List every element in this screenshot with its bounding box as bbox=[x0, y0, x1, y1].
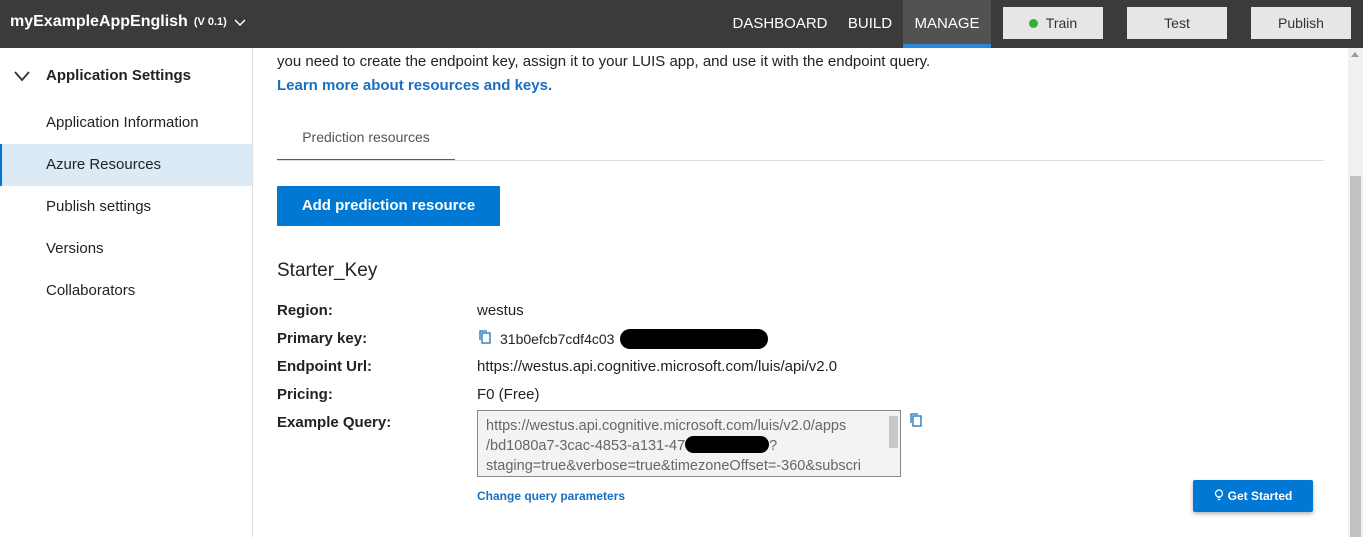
publish-button[interactable]: Publish bbox=[1251, 7, 1351, 39]
sidebar-item-publish-settings[interactable]: Publish settings bbox=[0, 186, 252, 228]
example-query-label: Example Query: bbox=[277, 414, 392, 431]
query-line-2-text: /bd1080a7-3cac-4853-a131-47 bbox=[486, 438, 686, 454]
app-version: (V 0.1) bbox=[193, 16, 227, 28]
primary-key-label: Primary key: bbox=[277, 330, 368, 347]
app-name: myExampleAppEnglish bbox=[10, 13, 188, 30]
query-line-2: /bd1080a7-3cac-4853-a131-47? bbox=[486, 436, 882, 456]
nav-manage[interactable]: MANAGE bbox=[903, 0, 991, 48]
pricing-label: Pricing: bbox=[277, 386, 333, 403]
top-bar: myExampleAppEnglish (V 0.1) DASHBOARD BU… bbox=[0, 0, 1363, 48]
scrollbar-thumb[interactable] bbox=[1350, 176, 1361, 537]
page-scrollbar[interactable] bbox=[1348, 48, 1363, 537]
chevron-down-icon bbox=[234, 19, 246, 27]
redaction-mark bbox=[685, 436, 770, 453]
add-prediction-resource-button[interactable]: Add prediction resource bbox=[277, 186, 500, 226]
lightbulb-icon bbox=[1214, 489, 1223, 501]
sidebar-item-application-information[interactable]: Application Information bbox=[0, 102, 252, 144]
app-switcher[interactable]: myExampleAppEnglish (V 0.1) bbox=[10, 13, 247, 31]
get-started-label: Get Started bbox=[1227, 489, 1293, 503]
get-started-button[interactable]: Get Started bbox=[1193, 480, 1313, 512]
key-title: Starter_Key bbox=[277, 260, 378, 281]
tab-prediction-resources[interactable]: Prediction resources bbox=[277, 114, 455, 161]
sidebar-section-title: Application Settings bbox=[46, 67, 192, 84]
sidebar-item-versions[interactable]: Versions bbox=[0, 228, 252, 270]
query-scrollbar[interactable] bbox=[889, 416, 898, 448]
copy-icon[interactable] bbox=[478, 329, 492, 345]
nav-dashboard[interactable]: DASHBOARD bbox=[725, 0, 835, 48]
nav-build[interactable]: BUILD bbox=[840, 0, 900, 48]
query-line-2-suffix: ? bbox=[769, 438, 778, 454]
sidebar-item-collaborators[interactable]: Collaborators bbox=[0, 270, 252, 312]
change-query-parameters-link[interactable]: Change query parameters bbox=[477, 489, 625, 503]
query-line-1: https://westus.api.cognitive.microsoft.c… bbox=[486, 418, 847, 434]
main-content: you need to create the endpoint key, ass… bbox=[253, 48, 1348, 537]
query-line-3: staging=true&verbose=true&timezoneOffset… bbox=[486, 458, 861, 474]
learn-more-link[interactable]: Learn more about resources and keys. bbox=[277, 77, 552, 94]
sidebar-section-header[interactable]: Application Settings bbox=[0, 60, 252, 92]
region-value: westus bbox=[477, 302, 524, 319]
copy-icon[interactable] bbox=[909, 412, 923, 428]
example-query-textarea[interactable]: https://westus.api.cognitive.microsoft.c… bbox=[477, 410, 901, 477]
primary-key-value: 31b0efcb7cdf4c03 bbox=[500, 331, 615, 347]
train-label: Train bbox=[1045, 15, 1078, 31]
test-button[interactable]: Test bbox=[1127, 7, 1227, 39]
pricing-value: F0 (Free) bbox=[477, 386, 540, 403]
endpoint-url-label: Endpoint Url: bbox=[277, 358, 372, 375]
train-button[interactable]: Train bbox=[1003, 7, 1103, 39]
tab-divider bbox=[277, 160, 1324, 161]
chevron-down-icon bbox=[14, 71, 30, 82]
sidebar-item-azure-resources[interactable]: Azure Resources bbox=[0, 144, 252, 186]
region-label: Region: bbox=[277, 302, 333, 319]
scroll-up-arrow-icon[interactable] bbox=[1351, 52, 1359, 57]
train-status-dot bbox=[1028, 19, 1038, 28]
intro-text: you need to create the endpoint key, ass… bbox=[277, 53, 931, 70]
endpoint-url-value: https://westus.api.cognitive.microsoft.c… bbox=[477, 358, 838, 375]
redaction-mark bbox=[620, 329, 768, 349]
sidebar: Application Settings Application Informa… bbox=[0, 48, 253, 537]
